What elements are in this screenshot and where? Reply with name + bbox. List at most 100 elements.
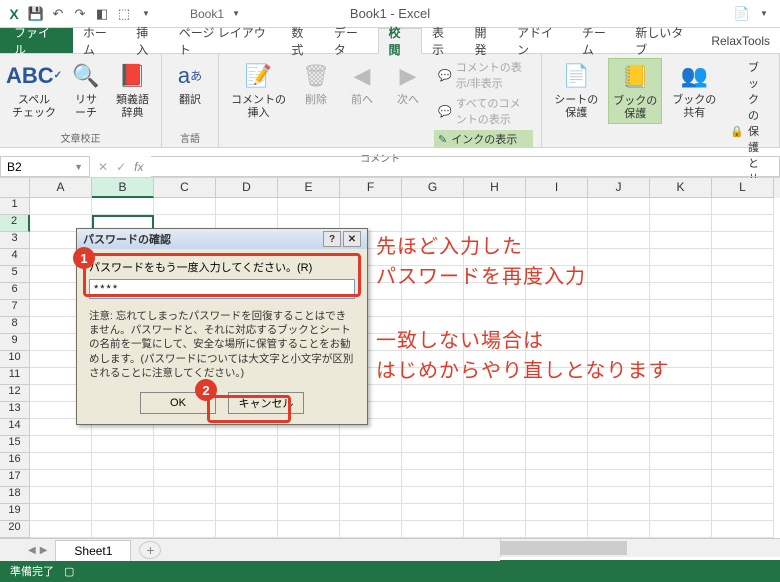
tab-data[interactable]: データ — [324, 28, 378, 53]
cell[interactable] — [712, 402, 774, 419]
cell[interactable] — [464, 470, 526, 487]
cell[interactable] — [588, 300, 650, 317]
cell[interactable] — [712, 317, 774, 334]
tab-review[interactable]: 校閲 — [378, 28, 422, 54]
cell[interactable] — [92, 521, 154, 538]
cell[interactable] — [526, 453, 588, 470]
cell[interactable] — [712, 470, 774, 487]
cell[interactable] — [526, 487, 588, 504]
cell[interactable] — [154, 504, 216, 521]
tab-view[interactable]: 表示 — [422, 28, 464, 53]
cell[interactable] — [340, 470, 402, 487]
row-header[interactable]: 3 — [0, 232, 30, 249]
cell[interactable] — [650, 470, 712, 487]
cell[interactable] — [712, 521, 774, 538]
row-header[interactable]: 13 — [0, 402, 30, 419]
cancel-button[interactable]: キャンセル — [228, 392, 304, 414]
cell[interactable] — [464, 487, 526, 504]
row-header[interactable]: 8 — [0, 317, 30, 334]
cell[interactable] — [464, 300, 526, 317]
cell[interactable] — [526, 300, 588, 317]
cell[interactable] — [216, 198, 278, 215]
select-all-corner[interactable] — [0, 178, 30, 198]
delete-comment-button[interactable]: 🗑 削除 — [296, 58, 336, 109]
cell[interactable] — [154, 487, 216, 504]
cell[interactable] — [712, 419, 774, 436]
cell[interactable] — [650, 436, 712, 453]
next-comment-button[interactable]: ▶ 次へ — [388, 58, 428, 109]
research-button[interactable]: 🔍 リサーチ — [66, 58, 106, 122]
row-header[interactable]: 14 — [0, 419, 30, 436]
cell[interactable] — [92, 436, 154, 453]
row-header[interactable]: 7 — [0, 300, 30, 317]
add-sheet-button[interactable]: + — [139, 541, 161, 559]
cell[interactable] — [712, 453, 774, 470]
sheet-nav[interactable]: ◀ ▶ — [20, 545, 55, 556]
column-header[interactable]: A — [30, 178, 92, 198]
column-header[interactable]: H — [464, 178, 526, 198]
cell[interactable] — [216, 504, 278, 521]
cell[interactable] — [278, 436, 340, 453]
row-header[interactable]: 2 — [0, 215, 30, 232]
cell[interactable] — [278, 198, 340, 215]
row-header[interactable]: 16 — [0, 453, 30, 470]
cell[interactable] — [402, 385, 464, 402]
cell[interactable] — [712, 266, 774, 283]
sheet-nav-prev-icon[interactable]: ◀ — [28, 545, 36, 556]
row-header[interactable]: 17 — [0, 470, 30, 487]
cell[interactable] — [526, 470, 588, 487]
cell[interactable] — [712, 368, 774, 385]
tab-newtab[interactable]: 新しいタブ — [625, 28, 701, 53]
cell[interactable] — [712, 198, 774, 215]
cell[interactable] — [464, 198, 526, 215]
sheet-nav-next-icon[interactable]: ▶ — [40, 545, 48, 556]
scrollbar-thumb[interactable] — [501, 541, 627, 555]
row-header[interactable]: 9 — [0, 334, 30, 351]
qat-dropdown-icon[interactable]: ▼ — [138, 6, 154, 22]
cell[interactable] — [92, 504, 154, 521]
row-header[interactable]: 12 — [0, 385, 30, 402]
cell[interactable] — [402, 453, 464, 470]
column-header[interactable]: C — [154, 178, 216, 198]
row-header[interactable]: 15 — [0, 436, 30, 453]
cell[interactable] — [402, 470, 464, 487]
column-header[interactable]: F — [340, 178, 402, 198]
cell[interactable] — [340, 504, 402, 521]
row-header[interactable]: 6 — [0, 283, 30, 300]
cell[interactable] — [340, 521, 402, 538]
cell[interactable] — [712, 385, 774, 402]
cell[interactable] — [526, 504, 588, 521]
cell[interactable] — [92, 453, 154, 470]
undo-icon[interactable]: ↶ — [50, 6, 66, 22]
cell[interactable] — [216, 436, 278, 453]
cell[interactable] — [650, 266, 712, 283]
qat-icon-2[interactable]: ⬚ — [116, 6, 132, 22]
row-header[interactable]: 20 — [0, 521, 30, 538]
cell[interactable] — [340, 453, 402, 470]
thesaurus-button[interactable]: 📕 類義語 辞典 — [112, 58, 153, 122]
cell[interactable] — [712, 504, 774, 521]
cell[interactable] — [650, 300, 712, 317]
cell[interactable] — [154, 521, 216, 538]
fx-icon[interactable]: fx — [134, 160, 143, 174]
cell[interactable] — [650, 402, 712, 419]
row-header[interactable]: 5 — [0, 266, 30, 283]
cell[interactable] — [712, 300, 774, 317]
show-all-comments-button[interactable]: 💬 すべてのコメントの表示 — [434, 94, 533, 128]
cell[interactable] — [526, 385, 588, 402]
show-hide-comment-button[interactable]: 💬 コメントの表示/非表示 — [434, 58, 533, 92]
cell[interactable] — [526, 436, 588, 453]
cell[interactable] — [712, 487, 774, 504]
cell[interactable] — [588, 402, 650, 419]
cell[interactable] — [588, 436, 650, 453]
cell[interactable] — [464, 385, 526, 402]
cell[interactable] — [650, 453, 712, 470]
column-header[interactable]: J — [588, 178, 650, 198]
redo-icon[interactable]: ↷ — [72, 6, 88, 22]
tab-relaxtools[interactable]: RelaxTools — [701, 28, 780, 53]
qat-icon-1[interactable]: ◧ — [94, 6, 110, 22]
cell[interactable] — [464, 436, 526, 453]
prev-comment-button[interactable]: ◀ 前へ — [342, 58, 382, 109]
cell[interactable] — [712, 232, 774, 249]
horizontal-scrollbar[interactable] — [500, 539, 780, 557]
